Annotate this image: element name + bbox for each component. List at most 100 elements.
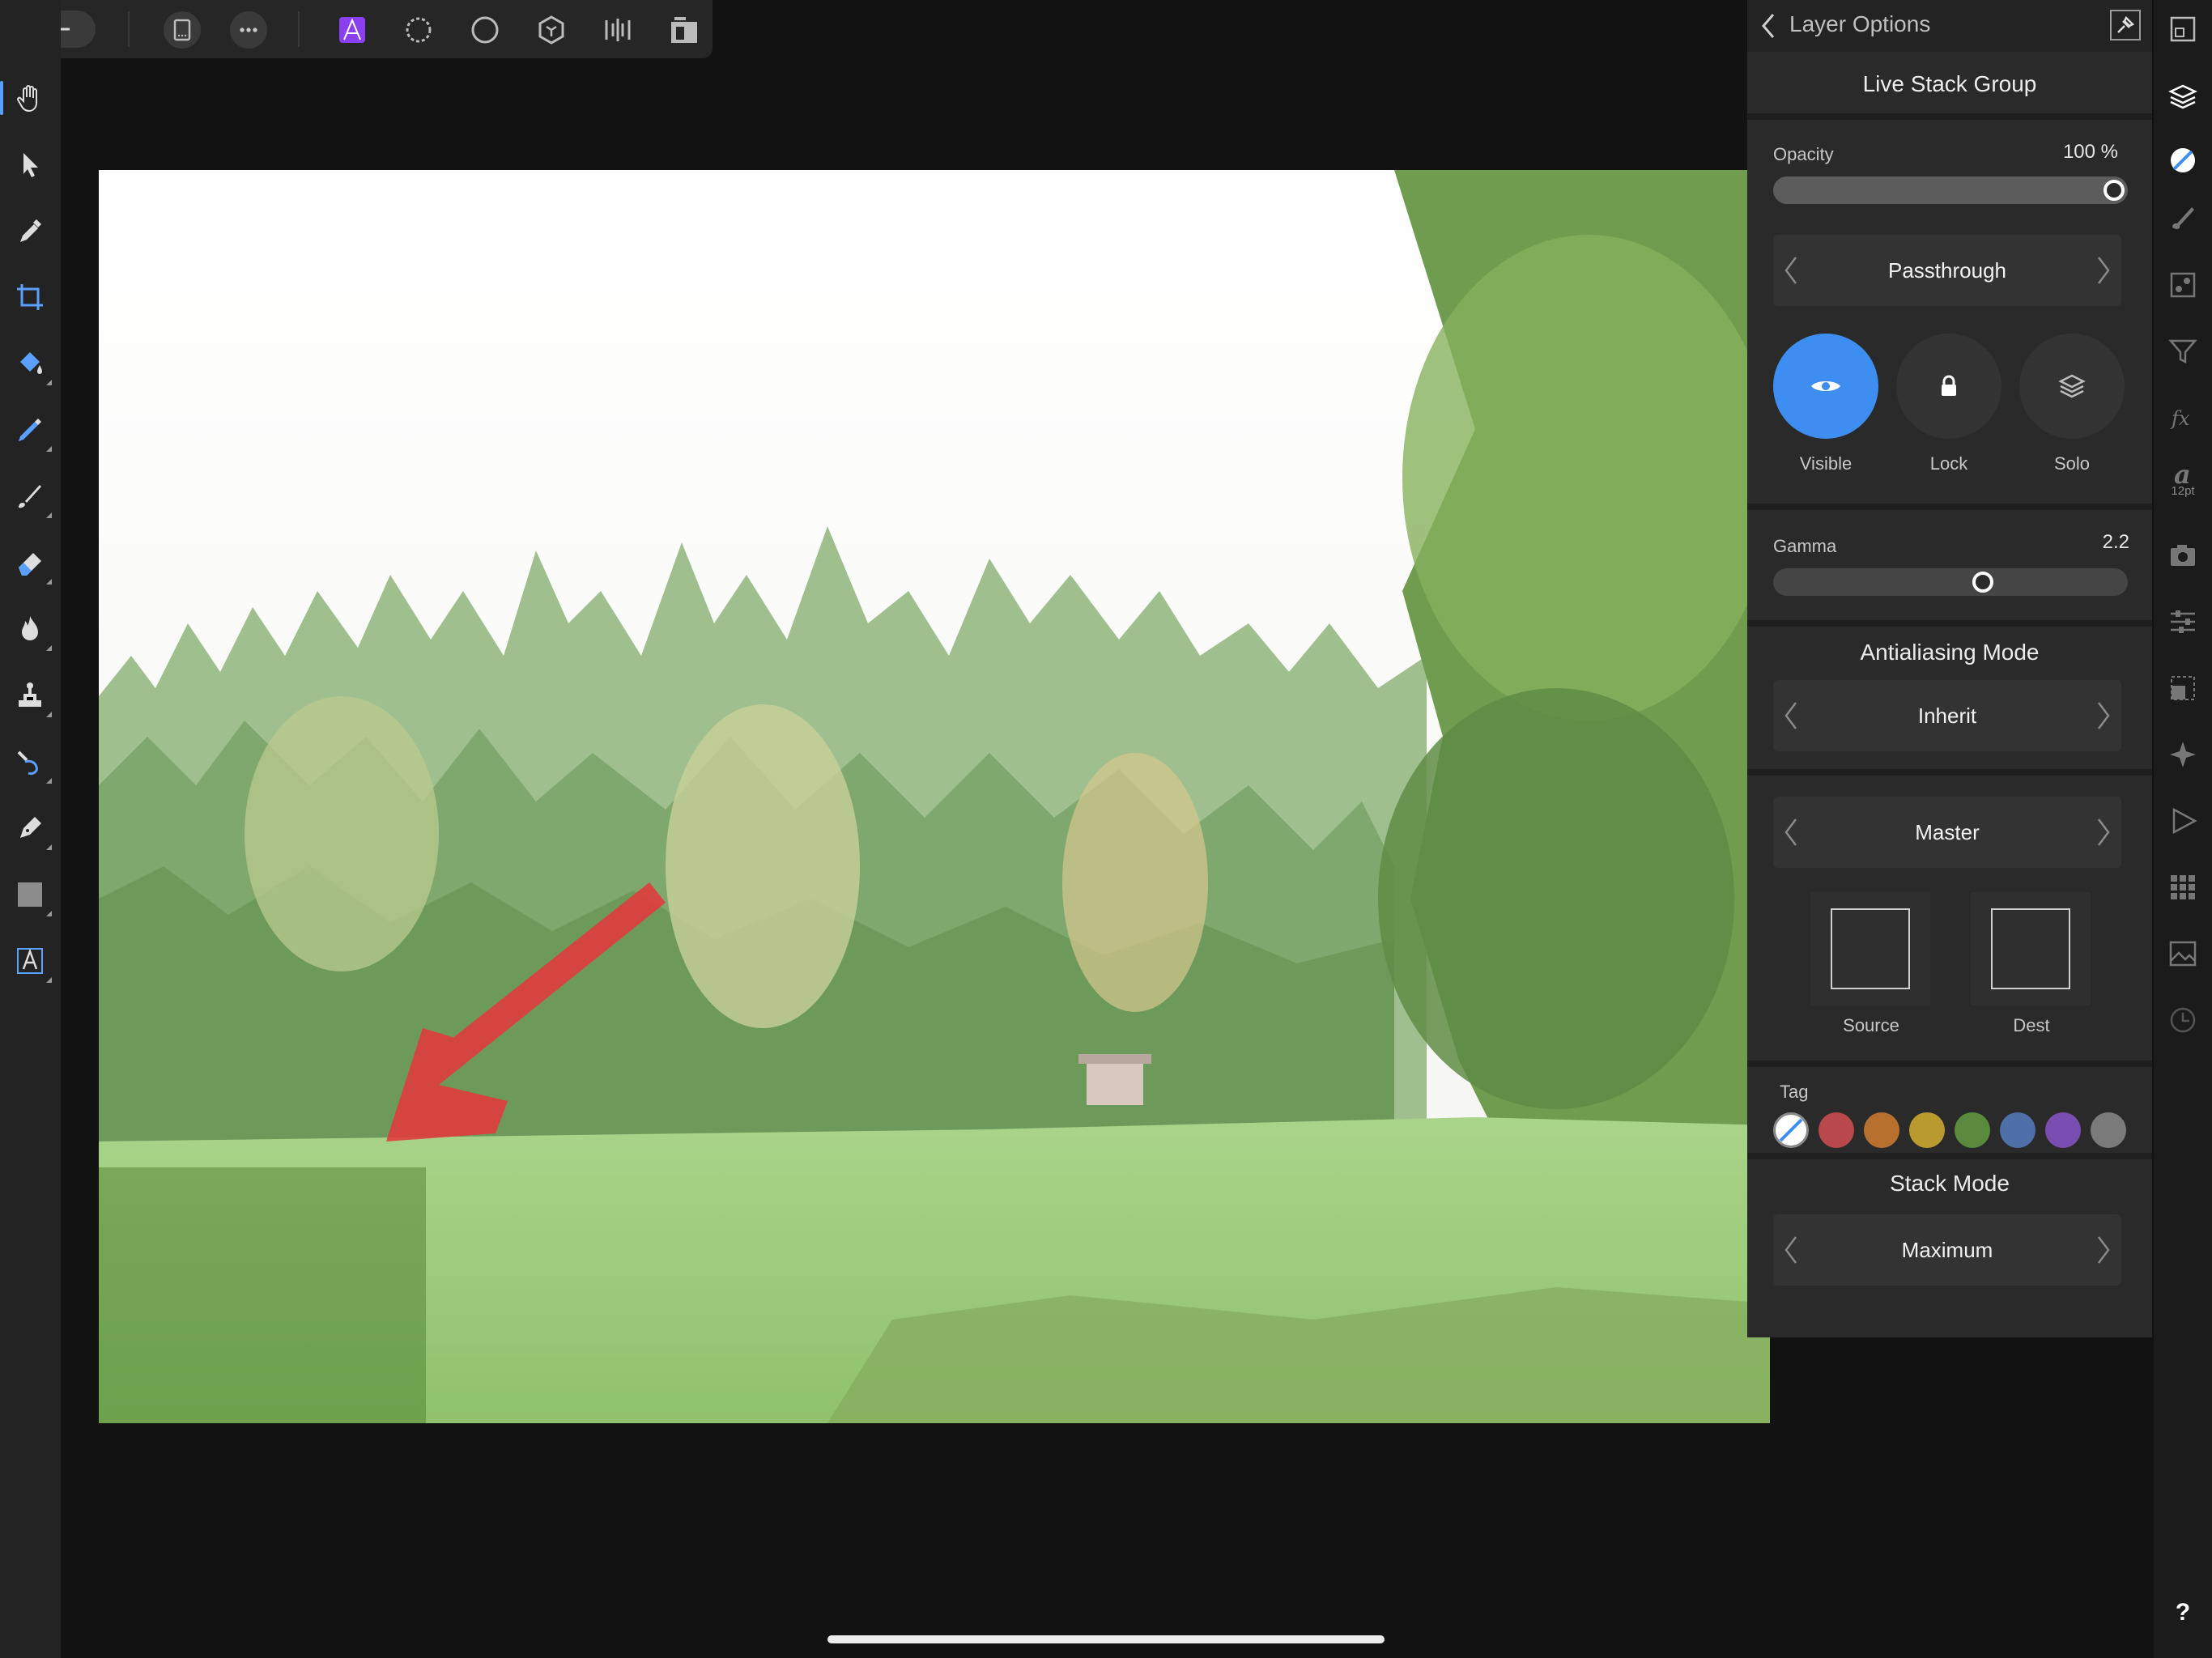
macros-studio-button[interactable]: [2165, 803, 2201, 839]
chevron-right-icon[interactable]: [2095, 818, 2112, 847]
snapping-studio-button[interactable]: [2165, 737, 2201, 772]
dest-range-button[interactable]: [1971, 892, 2091, 1005]
text-styles-studio-button[interactable]: a 12pt: [2165, 461, 2201, 497]
lock-toggle[interactable]: [1896, 334, 2001, 439]
paint-brush-icon: [19, 485, 41, 508]
solo-toggle[interactable]: [2019, 334, 2125, 439]
flood-fill-tool[interactable]: [10, 343, 52, 385]
help-button[interactable]: ?: [2167, 1599, 2199, 1631]
color-picker-icon: [20, 219, 41, 242]
paint-brush-tool[interactable]: [10, 476, 52, 518]
crop-tool[interactable]: [10, 277, 50, 317]
tag-color-swatch[interactable]: [2000, 1112, 2035, 1148]
layout-button[interactable]: [666, 11, 703, 49]
effects-studio-button[interactable]: fx: [2165, 400, 2201, 436]
gamma-slider[interactable]: [1773, 568, 2128, 596]
tag-label: Tag: [1780, 1082, 1809, 1102]
divider: [1747, 1061, 2152, 1067]
layout-icon: [671, 17, 697, 43]
source-range-button[interactable]: [1810, 892, 1930, 1005]
gamma-value: 2.2: [2102, 531, 2129, 553]
tag-color-swatch[interactable]: [2045, 1112, 2081, 1148]
toolbar-separator: [128, 11, 130, 47]
font-size-label: 12pt: [2171, 484, 2195, 498]
no-tag-icon: [1779, 1118, 1803, 1142]
transform-studio-button[interactable]: [2165, 670, 2201, 706]
tone-mapping-persona-button[interactable]: [533, 11, 570, 49]
divider: [1747, 769, 2152, 776]
clock-icon: [2170, 1007, 2196, 1033]
chevron-left-icon[interactable]: [1759, 13, 1778, 39]
flood-fill-icon: [20, 352, 42, 374]
gamma-label: Gamma: [1773, 536, 1837, 556]
divider: [1747, 113, 2152, 120]
document-button[interactable]: [164, 11, 201, 49]
layer-options-studio-button[interactable]: [2165, 142, 2201, 178]
opacity-value: 100 %: [2062, 141, 2118, 163]
blend-ranges-selector[interactable]: Master: [1773, 797, 2121, 868]
visible-toggle[interactable]: [1773, 334, 1878, 439]
pin-button[interactable]: [2110, 10, 2141, 40]
camera-icon: [2171, 545, 2195, 566]
document-canvas[interactable]: [99, 170, 1770, 1423]
adjustments-studio-button[interactable]: [2165, 267, 2201, 303]
lock-icon: [1942, 375, 1956, 396]
funnel-icon: [2168, 339, 2197, 364]
compass-icon: [2170, 742, 2196, 767]
tag-color-swatch[interactable]: [1819, 1112, 1854, 1148]
text-tool[interactable]: [10, 941, 52, 983]
brush-icon: [2172, 207, 2194, 229]
text-icon: [17, 948, 43, 974]
svg-text:a: a: [2174, 461, 2191, 486]
history-studio-button[interactable]: [2165, 1002, 2201, 1038]
dest-label: Dest: [2013, 1015, 2050, 1035]
opacity-label: Opacity: [1773, 144, 1834, 164]
stock-studio-button[interactable]: [2165, 538, 2201, 573]
burn-brush-icon: [22, 616, 38, 640]
tag-color-swatch[interactable]: [2091, 1112, 2126, 1148]
develop-persona-button[interactable]: [466, 11, 504, 49]
svg-text:fx: fx: [2170, 407, 2190, 430]
rectangle-icon: [18, 882, 42, 907]
chevron-right-icon[interactable]: [2095, 1235, 2112, 1265]
pen-tool[interactable]: [10, 808, 52, 850]
layers-icon: [2168, 84, 2197, 109]
smudge-brush-tool[interactable]: [10, 742, 52, 784]
brushes-studio-button[interactable]: [2165, 199, 2201, 235]
channels-studio-button[interactable]: [2165, 604, 2201, 640]
antialiasing-title: Antialiasing Mode: [1860, 640, 2040, 665]
rectangle-tool[interactable]: [10, 874, 52, 916]
document-icon: [173, 19, 191, 41]
chevron-right-icon[interactable]: [2095, 701, 2112, 730]
blend-mode-selector[interactable]: Passthrough: [1773, 235, 2121, 306]
antialiasing-selector[interactable]: Inherit: [1773, 680, 2121, 751]
filters-studio-button[interactable]: [2165, 334, 2201, 369]
opacity-slider-thumb[interactable]: [2104, 180, 2125, 201]
erase-brush-tool[interactable]: [10, 542, 52, 585]
tag-color-swatch[interactable]: [1864, 1112, 1899, 1148]
tag-color-swatch[interactable]: [1909, 1112, 1945, 1148]
burn-brush-tool[interactable]: [10, 609, 52, 651]
visible-label: Visible: [1799, 453, 1853, 474]
more-button[interactable]: [230, 11, 267, 49]
move-tool[interactable]: [10, 144, 50, 185]
gamma-slider-thumb[interactable]: [1972, 572, 1994, 593]
swatches-studio-button[interactable]: [2165, 869, 2201, 905]
tag-none-swatch[interactable]: [1773, 1112, 1809, 1148]
opacity-slider[interactable]: [1773, 176, 2128, 204]
stack-mode-selector[interactable]: Maximum: [1773, 1214, 2121, 1286]
navigator-button[interactable]: [2165, 11, 2201, 47]
tag-color-swatch[interactable]: [1955, 1112, 1990, 1148]
histogram-studio-button[interactable]: [2165, 936, 2201, 971]
selection-brush-icon: [19, 419, 41, 441]
clone-brush-tool[interactable]: [10, 675, 52, 717]
selection-brush-tool[interactable]: [10, 410, 52, 452]
liquify-persona-button[interactable]: [400, 11, 437, 49]
home-indicator: [827, 1635, 1385, 1643]
chevron-right-icon[interactable]: [2095, 256, 2112, 285]
hand-tool[interactable]: [0, 78, 50, 118]
layers-studio-button[interactable]: [2165, 79, 2201, 115]
export-persona-button[interactable]: [599, 11, 636, 49]
color-picker-tool[interactable]: [10, 210, 50, 251]
photo-persona-button[interactable]: [334, 11, 371, 49]
